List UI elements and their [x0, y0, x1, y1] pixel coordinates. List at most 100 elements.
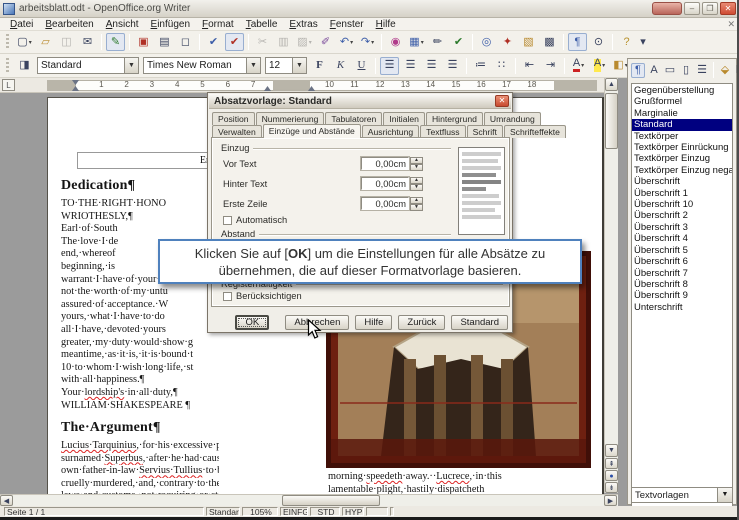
draw-functions-button[interactable]: ✏	[428, 33, 447, 51]
item-15[interactable]: 15	[452, 80, 460, 89]
style-standard[interactable]: Standard	[632, 119, 732, 130]
item-17[interactable]: 17	[502, 80, 510, 89]
register-checkbox[interactable]: Berücksichtigen	[223, 291, 302, 301]
style-textkörper[interactable]: Textkörper	[632, 131, 732, 142]
checkbox[interactable]	[223, 216, 232, 225]
close-document-icon[interactable]: ✕	[727, 19, 735, 30]
item-16[interactable]: 16	[477, 80, 485, 89]
style-gegenüberstellung[interactable]: Gegenüberstellung	[632, 85, 732, 96]
gallery-button[interactable]: ▧	[519, 33, 538, 51]
styles-list[interactable]: GegenüberstellungGrußformelMarginalieSta…	[631, 83, 733, 513]
tab-position[interactable]: Position	[212, 112, 255, 125]
scrollbar-thumb[interactable]	[605, 93, 618, 149]
scroll-down-button[interactable]: ▼	[605, 444, 618, 457]
email-button[interactable]: ✉	[78, 33, 97, 51]
increase-indent-button[interactable]: ⇥	[541, 57, 560, 75]
item-1[interactable]: 1	[97, 80, 105, 89]
title-bar[interactable]: arbeitsblatt.odt - OpenOffice.org Writer…	[0, 0, 739, 18]
style-überschrift-8[interactable]: Überschrift 8	[632, 279, 732, 290]
font-color-button[interactable]: A▾	[569, 57, 588, 75]
item-4[interactable]: 4	[173, 80, 181, 89]
style-grußformel[interactable]: Grußformel	[632, 96, 732, 107]
menu-extras[interactable]: Extras	[283, 19, 323, 30]
zoom-button[interactable]: ⊙	[589, 33, 608, 51]
page-styles-button[interactable]: ▯	[679, 63, 693, 78]
data-sources-button[interactable]: ▩	[540, 33, 559, 51]
underline-button[interactable]: U	[352, 57, 371, 75]
vertical-scrollbar[interactable]: ▲ ▼ ⇞ ● ⇟	[604, 78, 618, 493]
redo-button[interactable]: ↷▾	[358, 33, 377, 51]
style-überschrift-2[interactable]: Überschrift 2	[632, 210, 732, 221]
format-paintbrush-button[interactable]: ✐	[316, 33, 335, 51]
style-überschrift-6[interactable]: Überschrift 6	[632, 256, 732, 267]
status-std[interactable]: STD	[310, 507, 340, 516]
style-textkörper-einzug[interactable]: Textkörper Einzug	[632, 153, 732, 164]
menu-ansicht[interactable]: Ansicht	[100, 19, 145, 30]
toolbar-grip[interactable]	[6, 58, 9, 74]
item-13[interactable]: 13	[401, 80, 409, 89]
spinner-buttons[interactable]: ▲▼	[410, 177, 423, 190]
style-unterschrift[interactable]: Unterschrift	[632, 302, 732, 313]
tab-schrift[interactable]: Schrift	[467, 125, 503, 138]
status-item[interactable]	[366, 507, 388, 516]
spin-field[interactable]: 0,00cm ▲▼	[361, 197, 423, 210]
spinner-buttons[interactable]: ▲▼	[410, 197, 423, 210]
new-style-button[interactable]: ❏	[734, 63, 739, 78]
find-replace-button[interactable]: ◎	[477, 33, 496, 51]
edit-file-button[interactable]: ✎	[106, 33, 125, 51]
automatic-checkbox[interactable]: Automatisch	[223, 215, 287, 225]
numbered-list-button[interactable]: ≔	[471, 57, 490, 75]
chevron-down-icon[interactable]: ▼	[246, 58, 260, 73]
style-überschrift-10[interactable]: Überschrift 10	[632, 199, 732, 210]
minimize-button[interactable]: –	[684, 2, 700, 15]
highlighting-button[interactable]: A▾	[590, 57, 609, 75]
previous-page-button[interactable]: ⇞	[605, 458, 618, 469]
item-6[interactable]: 6	[224, 80, 232, 89]
style-textkörper-einrückung[interactable]: Textkörper Einrückung	[632, 142, 732, 153]
character-styles-button[interactable]: A	[647, 63, 661, 78]
navigation-button[interactable]: ●	[605, 470, 618, 481]
scroll-right-button[interactable]: ▶	[604, 495, 617, 506]
page-preview-button[interactable]: ◻	[176, 33, 195, 51]
open-button[interactable]: ▱	[36, 33, 55, 51]
menu-datei[interactable]: Datei	[4, 19, 39, 30]
paste-button[interactable]: ▨▾	[295, 33, 314, 51]
tab-verwalten[interactable]: Verwalten	[212, 125, 262, 138]
close-button[interactable]: ✕	[720, 2, 736, 15]
align-center-button[interactable]: ☰	[401, 57, 420, 75]
style-filter-combo[interactable]: Textvorlagen ▼	[631, 487, 733, 503]
menu-hilfe[interactable]: Hilfe	[370, 19, 402, 30]
text-frame[interactable]: En	[77, 152, 212, 169]
style-textkörper-einzug-negativ[interactable]: Textkörper Einzug negativ	[632, 165, 732, 176]
next-page-button[interactable]: ⇟	[605, 482, 618, 493]
status-standard[interactable]: Standard	[206, 507, 240, 516]
dialog-title-bar[interactable]: Absatzvorlage: Standard ✕	[209, 94, 511, 109]
new-document-button[interactable]: ▢▾	[15, 33, 34, 51]
italic-button[interactable]: K	[331, 57, 350, 75]
item-11[interactable]: 11	[350, 80, 358, 89]
style-überschrift-1[interactable]: Überschrift 1	[632, 188, 732, 199]
item-vor-text[interactable]: Vor Text 0,00cm ▲▼	[213, 157, 453, 170]
status-einfg[interactable]: EINFG	[280, 507, 308, 516]
tab-initialen[interactable]: Initialen	[383, 112, 425, 125]
item-erste-zeile[interactable]: Erste Zeile 0,00cm ▲▼	[213, 197, 453, 210]
item-3[interactable]: 3	[148, 80, 156, 89]
fill-format-button[interactable]: ⬙	[718, 63, 732, 78]
chevron-down-icon[interactable]: ▼	[717, 488, 732, 502]
autoformat-button[interactable]: ✔	[449, 33, 468, 51]
menu-format[interactable]: Format	[196, 19, 240, 30]
list-styles-button[interactable]: ☰	[695, 63, 709, 78]
status-105[interactable]: 105%	[242, 507, 278, 516]
menu-einfügen[interactable]: Einfügen	[145, 19, 196, 30]
horizontal-scrollbar[interactable]: ◀ ▶	[0, 494, 618, 506]
decrease-indent-button[interactable]: ⇤	[520, 57, 539, 75]
status-seite-1-1[interactable]: Seite 1 / 1	[4, 507, 204, 516]
styles-panel-button[interactable]: ◨	[15, 57, 34, 75]
tab-schrifteffekte[interactable]: Schrifteffekte	[504, 125, 566, 138]
scroll-up-button[interactable]: ▲	[605, 78, 618, 91]
font-size-combo[interactable]: 12 ▼	[265, 57, 307, 74]
style-überschrift-7[interactable]: Überschrift 7	[632, 268, 732, 279]
tab-textfluss[interactable]: Textfluss	[420, 125, 465, 138]
item-12[interactable]: 12	[376, 80, 384, 89]
help-button[interactable]: ?	[617, 33, 636, 51]
